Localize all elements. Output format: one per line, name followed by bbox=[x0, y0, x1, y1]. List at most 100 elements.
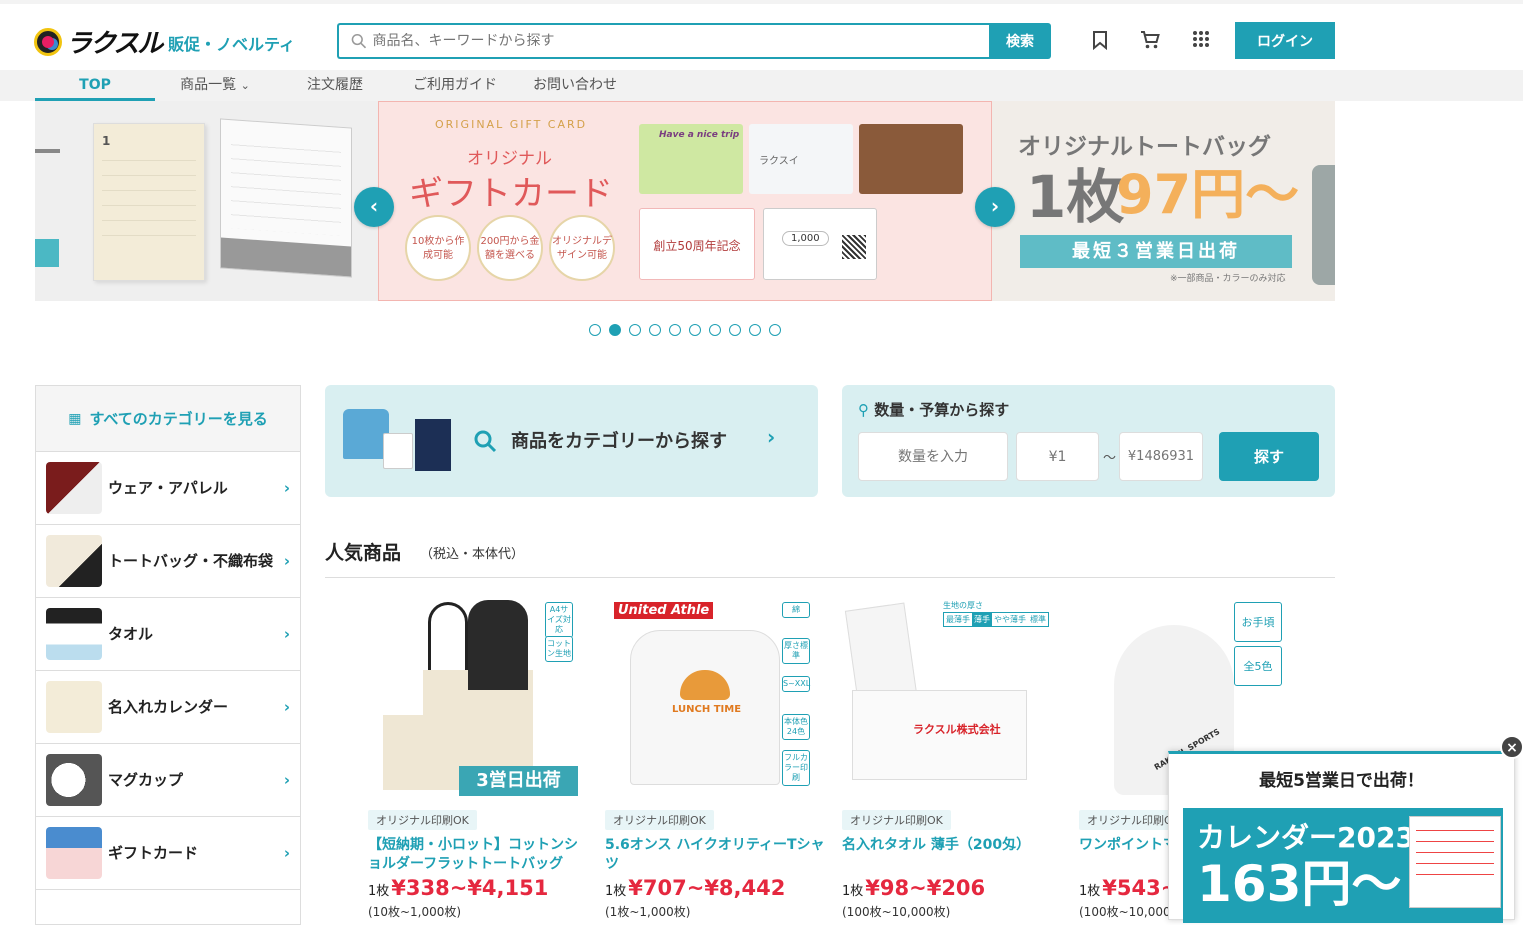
product-price: 1枚¥707~¥8,442 bbox=[605, 876, 825, 900]
cart-icon[interactable] bbox=[1139, 30, 1161, 52]
sidebar-item-towels[interactable]: タオル › bbox=[36, 598, 300, 671]
desk-calendar-grid bbox=[231, 136, 341, 236]
logo[interactable]: ラクスル bbox=[34, 23, 163, 60]
calendar-image: 1 bbox=[93, 123, 205, 281]
product-card[interactable]: 生地の厚さ 最薄手 薄手 やや薄手 標準 ラクスル株式会社 オリジナル印刷OK … bbox=[842, 600, 1062, 920]
tote-bag-banner[interactable]: オリジナルトートバッグ 1枚 97円〜 最短３営業日出荷 ※一部商品・カラーのみ… bbox=[992, 101, 1335, 301]
carousel-dot[interactable] bbox=[589, 324, 601, 336]
popup-calendar-image bbox=[1409, 816, 1501, 908]
search-icon bbox=[474, 430, 497, 453]
model-body bbox=[468, 600, 528, 690]
badge: S~XXL bbox=[782, 676, 810, 692]
login-button[interactable]: ログイン bbox=[1235, 22, 1335, 59]
sidebar-item-gift-cards[interactable]: ギフトカード › bbox=[36, 817, 300, 890]
product-card[interactable]: 3営日出荷 A4サイズ対応 コットン生地 オリジナル印刷OK 【短納期・小ロット… bbox=[368, 600, 588, 920]
carousel-dot[interactable] bbox=[729, 324, 741, 336]
decor-block bbox=[35, 239, 59, 267]
gift-card-sample-1: Have a nice trip bbox=[639, 124, 743, 194]
nav-contact[interactable]: お問い合わせ bbox=[525, 70, 625, 101]
bookmark-icon[interactable] bbox=[1089, 30, 1111, 52]
tote-banner-title: オリジナルトートバッグ bbox=[1018, 134, 1271, 160]
logo-subtitle[interactable]: 販促・ノベルティ bbox=[168, 31, 295, 55]
gift-card-sample-3 bbox=[859, 124, 963, 194]
sidebar-item-tote-bags[interactable]: トートバッグ・不織布袋 › bbox=[36, 525, 300, 598]
nav-top[interactable]: TOP bbox=[35, 70, 155, 101]
promo-popup: 最短5営業日で出荷！ カレンダー2023 163円〜 bbox=[1168, 751, 1515, 923]
header: ラクスル 販促・ノベルティ 検索 ログイン bbox=[0, 0, 1523, 70]
hero-banner[interactable]: 1 ORIGINAL GIFT CARD オリジナル ギフトカード 10枚から作… bbox=[35, 101, 1335, 301]
search-input[interactable] bbox=[372, 33, 989, 49]
product-name[interactable]: 【短納期・小ロット】コットンショルダーフラットトートバッグ bbox=[368, 836, 588, 874]
carousel-dot[interactable] bbox=[689, 324, 701, 336]
product-tag: オリジナル印刷OK bbox=[605, 810, 714, 830]
carousel-dot[interactable] bbox=[669, 324, 681, 336]
sidebar-item-calendars[interactable]: 名入れカレンダー › bbox=[36, 671, 300, 744]
nav-products[interactable]: 商品一覧 ⌄ bbox=[160, 70, 270, 101]
product-qty: 1枚 bbox=[1079, 884, 1101, 899]
sidebar-item-mugs[interactable]: マグカップ › bbox=[36, 744, 300, 817]
tote-banner-price: 97円〜 bbox=[1116, 163, 1300, 226]
nav-guide[interactable]: ご利用ガイド bbox=[400, 70, 510, 101]
search-icon: ⚲ bbox=[858, 401, 869, 419]
sidebar-item-apparel[interactable]: ウェア・アパレル › bbox=[36, 452, 300, 525]
chevron-right-icon: › bbox=[283, 552, 290, 570]
product-name[interactable]: 5.6オンス ハイクオリティーTシャツ bbox=[605, 836, 825, 874]
sidebar-item-label: トートバッグ・不織布袋 bbox=[108, 552, 274, 570]
gift-card-5-price: 1,000 bbox=[782, 231, 829, 246]
chevron-right-icon: › bbox=[283, 844, 290, 862]
banner-title: ギフトカード bbox=[409, 174, 613, 214]
carousel-next-button[interactable]: › bbox=[975, 187, 1015, 227]
product-name[interactable]: 名入れタオル 薄手（200匁） bbox=[842, 836, 1062, 874]
mug-thumbnail bbox=[46, 754, 102, 806]
budget-max-input[interactable] bbox=[1119, 432, 1203, 481]
quantity-input[interactable] bbox=[858, 432, 1008, 481]
all-categories-link[interactable]: ▦ すべてのカテゴリーを見る bbox=[36, 386, 300, 452]
product-qty: 1枚 bbox=[368, 884, 390, 899]
gift-card-2-text: ラクスイ bbox=[759, 156, 799, 167]
product-price: 1枚¥338~¥4,151 bbox=[368, 876, 588, 900]
carousel-dot[interactable] bbox=[649, 324, 661, 336]
carousel-dot[interactable] bbox=[749, 324, 761, 336]
search-field[interactable] bbox=[337, 23, 989, 59]
sidebar-item-label: ギフトカード bbox=[108, 844, 199, 862]
desk-calendar-image bbox=[220, 118, 352, 278]
tote-banner-shipping: 最短３営業日出荷 bbox=[1020, 235, 1292, 268]
category-search-card[interactable]: 商品をカテゴリーから探す › bbox=[325, 385, 818, 497]
divider bbox=[325, 577, 1335, 578]
search-button[interactable]: 検索 bbox=[989, 23, 1051, 59]
sidebar-item-label: 名入れカレンダー bbox=[108, 698, 229, 716]
nav-order-history[interactable]: 注文履歴 bbox=[290, 70, 380, 101]
product-card[interactable]: United Athle LUNCH TIME 綿 厚さ標準 S~XXL 本体色… bbox=[605, 600, 825, 920]
gift-card-4-text: 創立50周年記念 bbox=[653, 239, 741, 253]
carousel-dot[interactable] bbox=[769, 324, 781, 336]
product-image: United Athle LUNCH TIME 綿 厚さ標準 S~XXL 本体色… bbox=[610, 600, 815, 796]
popup-ad-calendar[interactable]: カレンダー2023 163円〜 bbox=[1183, 808, 1503, 923]
grid-menu-icon[interactable] bbox=[1190, 30, 1212, 52]
popup-title: 最短5営業日で出荷！ bbox=[1259, 771, 1424, 791]
carousel-dot-active[interactable] bbox=[609, 324, 621, 336]
product-image: 生地の厚さ 最薄手 薄手 やや薄手 標準 ラクスル株式会社 bbox=[844, 600, 1052, 796]
badge: A4サイズ対応 bbox=[545, 602, 573, 638]
carousel-prev-button[interactable]: ‹ bbox=[354, 187, 394, 227]
product-price-value: ¥338~¥4,151 bbox=[391, 876, 549, 900]
budget-min-input[interactable] bbox=[1016, 432, 1099, 481]
badge: コットン生地 bbox=[545, 636, 573, 662]
banner-small-title: ORIGINAL GIFT CARD bbox=[435, 118, 588, 131]
feature-circle-1: 10枚から作成可能 bbox=[405, 215, 471, 281]
gift-card-banner[interactable]: ORIGINAL GIFT CARD オリジナル ギフトカード 10枚から作成可… bbox=[378, 101, 992, 301]
popup-ad-title: カレンダー2023 bbox=[1197, 821, 1415, 854]
carousel-dot[interactable] bbox=[709, 324, 721, 336]
tote-bag-thumbnail bbox=[46, 535, 102, 587]
close-popup-button[interactable]: × bbox=[1500, 735, 1523, 759]
bag-image bbox=[415, 419, 451, 471]
calendar-banner[interactable]: 1 bbox=[35, 101, 378, 301]
thickness-label: 生地の厚さ bbox=[943, 601, 983, 610]
towel-print: ラクスル株式会社 bbox=[913, 723, 1001, 736]
badge: 綿 bbox=[782, 602, 810, 618]
gift-card-1-text: Have a nice trip bbox=[659, 130, 740, 140]
badge: お手頃 bbox=[1234, 602, 1282, 642]
quantity-search-button[interactable]: 探す bbox=[1219, 432, 1319, 481]
badge: 全5色 bbox=[1234, 646, 1282, 686]
carousel-dot[interactable] bbox=[629, 324, 641, 336]
chevron-right-icon: › bbox=[990, 194, 1000, 218]
